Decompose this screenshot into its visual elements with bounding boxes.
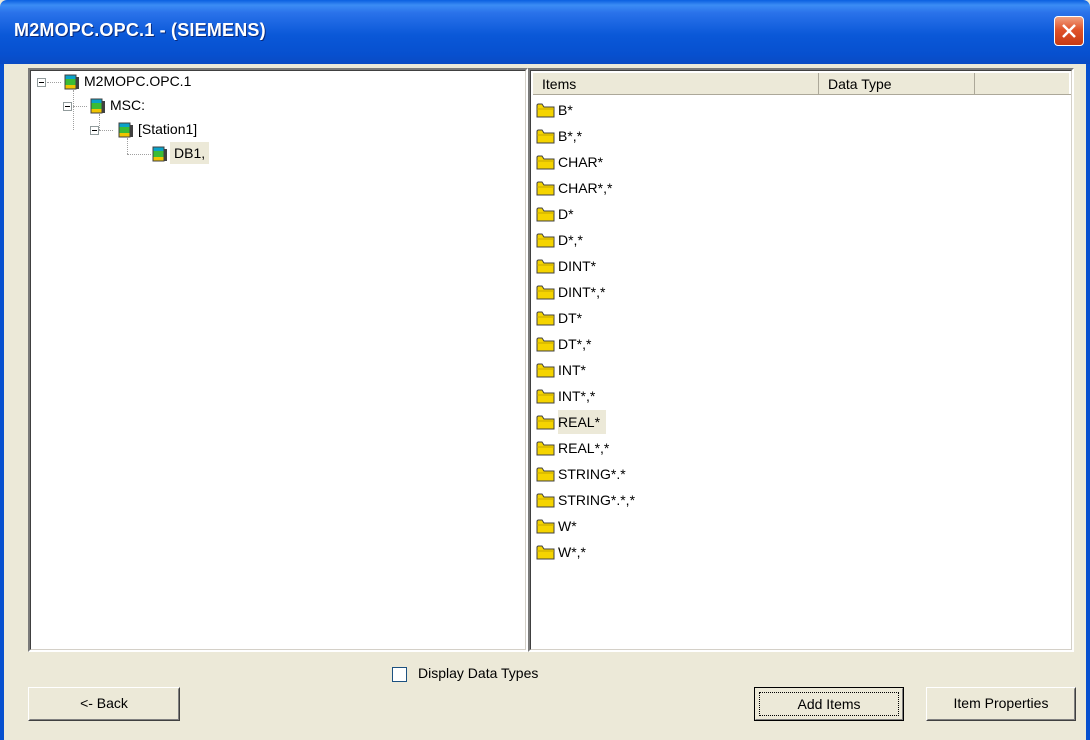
close-button[interactable] [1054, 16, 1084, 46]
list-item-label: INT*,* [558, 388, 596, 404]
list-item-label: CHAR* [558, 154, 604, 170]
folder-icon [536, 389, 555, 404]
display-data-types-checkbox[interactable] [392, 667, 407, 682]
list-item-label: STRING*.* [558, 466, 626, 482]
title-bar[interactable]: M2MOPC.OPC.1 - (SIEMENS) [0, 0, 1090, 64]
list-item-label: DT* [558, 310, 583, 326]
back-button-label: <- Back [80, 695, 128, 711]
folder-icon [536, 233, 555, 248]
folder-icon [536, 415, 555, 430]
folder-icon [536, 207, 555, 222]
folder-icon [536, 337, 555, 352]
list-item-label: DINT*,* [558, 284, 606, 300]
tree-node-label: MSC: [110, 97, 145, 113]
folder-icon [536, 103, 555, 118]
folder-icon [536, 493, 555, 508]
item-properties-button[interactable]: Item Properties [926, 687, 1076, 721]
folder-icon [536, 181, 555, 196]
list-item-label: W* [558, 518, 577, 534]
folder-icon [536, 467, 555, 482]
list-item-label: D* [558, 206, 574, 222]
tree-node-label: DB1, [170, 142, 210, 164]
folder-icon [536, 259, 555, 274]
window-title: M2MOPC.OPC.1 - (SIEMENS) [14, 20, 266, 40]
close-icon [1062, 24, 1076, 38]
server-icon [64, 74, 79, 90]
server-tree-panel[interactable]: M2MOPC.OPC.1 MSC: [Station1] DB1, [28, 68, 528, 652]
server-icon [118, 122, 133, 138]
list-item-label: REAL*,* [558, 440, 610, 456]
list-item-label: DT*,* [558, 336, 592, 352]
items-list-panel[interactable]: Items Data Type B* B*,* CHAR* CHAR*,* D* D*,*… [528, 68, 1074, 652]
folder-icon [536, 363, 555, 378]
folder-icon [536, 155, 555, 170]
add-items-button-label: Add Items [759, 692, 899, 716]
back-button[interactable]: <- Back [28, 687, 180, 721]
list-item-label: CHAR*,* [558, 180, 613, 196]
folder-icon [536, 441, 555, 456]
list-item-label: B* [558, 102, 573, 118]
folder-icon [536, 519, 555, 534]
list-item-label: B*,* [558, 128, 583, 144]
folder-icon [536, 129, 555, 144]
list-item-label: DINT* [558, 258, 597, 274]
display-data-types-label: Display Data Types [418, 665, 539, 681]
window-border-right [1086, 64, 1090, 740]
window-border-left [0, 64, 4, 740]
column-header-data-type[interactable]: Data Type [819, 73, 975, 95]
list-item-label: W*,* [558, 544, 586, 560]
list-item-label: D*,* [558, 232, 583, 248]
tree-expander-msc[interactable] [63, 102, 72, 111]
list-item-label: INT* [558, 362, 586, 378]
tree-node-label: [Station1] [138, 121, 198, 137]
folder-icon [536, 545, 555, 560]
server-icon [90, 98, 105, 114]
column-header-items[interactable]: Items [533, 73, 819, 95]
folder-icon [536, 311, 555, 326]
add-items-button[interactable]: Add Items [754, 687, 904, 721]
tree-expander-station[interactable] [90, 126, 99, 135]
list-item-label: REAL* [558, 410, 607, 434]
list-header: Items Data Type [533, 73, 1071, 95]
folder-icon [536, 285, 555, 300]
server-icon [152, 146, 167, 162]
column-header-blank[interactable] [975, 73, 1071, 95]
list-item-label: STRING*.*,* [558, 492, 636, 508]
tree-node-label: M2MOPC.OPC.1 [84, 73, 192, 89]
item-properties-button-label: Item Properties [953, 695, 1049, 711]
tree-expander-root[interactable] [37, 78, 46, 87]
